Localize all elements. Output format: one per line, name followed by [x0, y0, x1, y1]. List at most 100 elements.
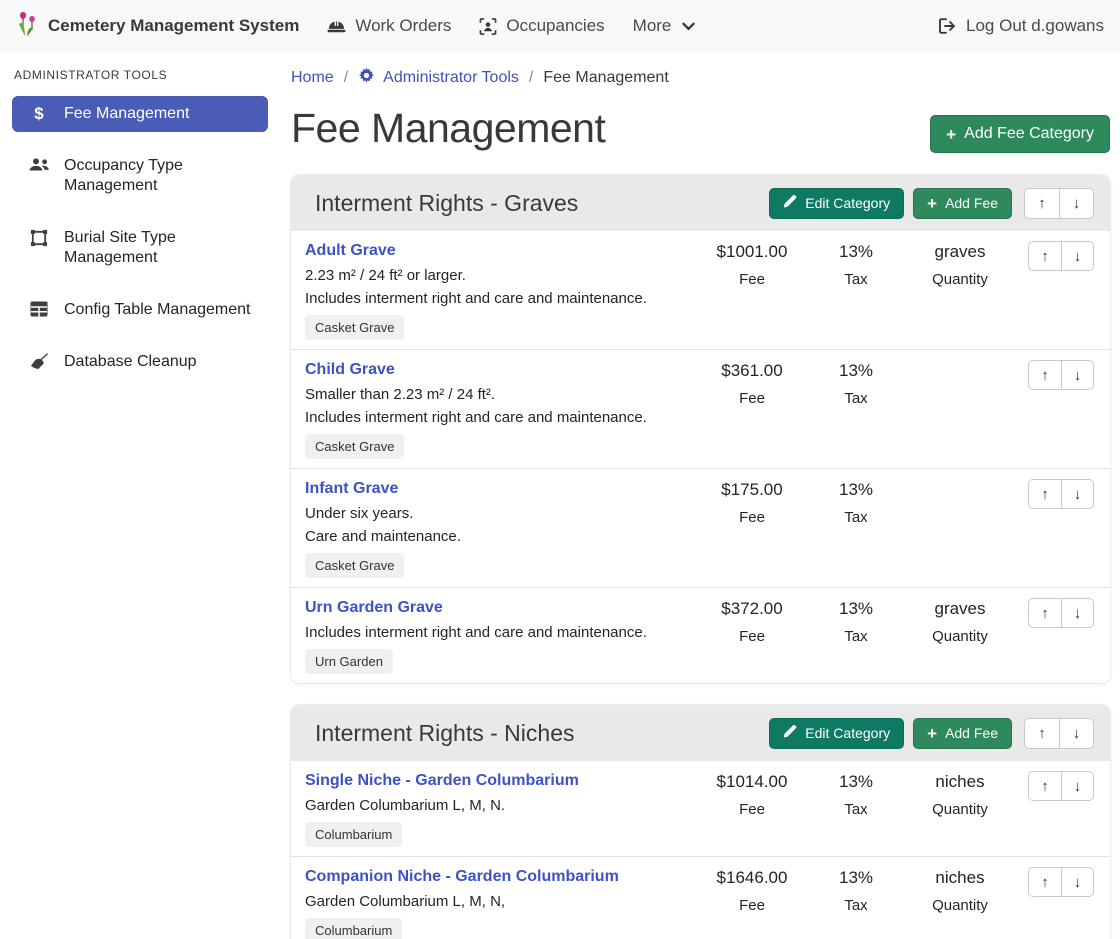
broom-icon	[28, 352, 50, 370]
app-brand[interactable]: Cemetery Management System	[16, 10, 299, 43]
move-fee-up-button[interactable]: ↑	[1028, 867, 1061, 897]
vector-square-icon	[28, 228, 50, 247]
move-fee-down-button[interactable]: ↓	[1061, 241, 1094, 271]
nav-more-label: More	[633, 16, 672, 36]
edit-category-button[interactable]: Edit Category	[769, 718, 904, 749]
sidebar-item-label: Config Table Management	[64, 300, 251, 320]
category-list: Interment Rights - Graves Edit Category …	[291, 175, 1110, 939]
breadcrumb-admin-tools-link[interactable]: Administrator Tools	[358, 67, 519, 89]
logout-button[interactable]: Log Out d.gowans	[939, 16, 1104, 36]
fee-reorder-group: ↑ ↓	[1028, 241, 1094, 340]
move-category-down-button[interactable]: ↓	[1059, 718, 1094, 749]
add-fee-label: Add Fee	[945, 725, 998, 741]
fee-name-link[interactable]: Companion Niche - Garden Columbarium	[305, 867, 619, 887]
fee-row: Companion Niche - Garden Columbarium Gar…	[291, 857, 1110, 939]
move-fee-up-button[interactable]: ↑	[1028, 771, 1061, 801]
category-reorder-group: ↑ ↓	[1024, 188, 1094, 219]
fee-tax-label: Tax	[807, 628, 905, 645]
add-fee-button[interactable]: + Add Fee	[913, 188, 1012, 219]
category-actions: Edit Category + Add Fee ↑ ↓	[769, 718, 1094, 749]
sidebar-item-config-table-management[interactable]: Config Table Management	[12, 292, 268, 328]
fee-quantity: graves	[905, 599, 1015, 619]
fee-row: Child Grave Smaller than 2.23 m² / 24 ft…	[291, 350, 1110, 469]
breadcrumb: Home / Administrator Tools / Fee Managem…	[291, 67, 1110, 89]
nav-work-orders[interactable]: Work Orders	[327, 16, 451, 36]
fee-info: Child Grave Smaller than 2.23 m² / 24 ft…	[305, 360, 697, 459]
fee-amount: $1001.00	[697, 242, 807, 262]
move-fee-down-button[interactable]: ↓	[1061, 479, 1094, 509]
fee-quantity-label: Quantity	[905, 801, 1015, 818]
fee-info: Companion Niche - Garden Columbarium Gar…	[305, 867, 697, 939]
fee-info: Single Niche - Garden Columbarium Garden…	[305, 771, 697, 847]
edit-category-button[interactable]: Edit Category	[769, 188, 904, 219]
fee-amount-col: $1014.00 Fee	[697, 771, 807, 847]
fee-quantity: niches	[905, 772, 1015, 792]
fee-amount-label: Fee	[697, 801, 807, 818]
fee-reorder-group: ↑ ↓	[1028, 867, 1094, 939]
fee-description: Care and maintenance.	[305, 527, 697, 547]
sidebar: ADMINISTRATOR TOOLS $ Fee Management Occ…	[0, 52, 280, 939]
logout-icon	[939, 18, 957, 34]
fee-amount-col: $1646.00 Fee	[697, 867, 807, 939]
move-category-down-button[interactable]: ↓	[1059, 188, 1094, 219]
add-fee-category-label: Add Fee Category	[964, 125, 1094, 143]
pencil-icon	[783, 195, 797, 212]
fee-tax-label: Tax	[807, 509, 905, 526]
fee-quantity-col: Quantity	[905, 360, 1015, 459]
fee-quantity-col: graves Quantity	[905, 598, 1015, 674]
nav-more[interactable]: More	[633, 16, 696, 36]
sidebar-item-burial-site-type-management[interactable]: Burial Site Type Management	[12, 220, 268, 276]
fee-descriptions: Smaller than 2.23 m² / 24 ft².Includes i…	[305, 385, 697, 428]
breadcrumb-home-link[interactable]: Home	[291, 69, 334, 87]
move-fee-down-button[interactable]: ↓	[1061, 598, 1094, 628]
move-fee-down-button[interactable]: ↓	[1061, 867, 1094, 897]
fee-descriptions: Garden Columbarium L, M, N.	[305, 796, 697, 816]
navbar: Cemetery Management System Work Orders O…	[0, 0, 1120, 52]
move-category-up-button[interactable]: ↑	[1024, 718, 1059, 749]
fee-list: Single Niche - Garden Columbarium Garden…	[291, 761, 1110, 939]
fee-tax-col: 13% Tax	[807, 241, 905, 340]
move-fee-up-button[interactable]: ↑	[1028, 598, 1061, 628]
breadcrumb-separator: /	[529, 69, 533, 87]
plus-icon: +	[946, 126, 956, 143]
fee-description: Includes interment right and care and ma…	[305, 623, 697, 643]
move-fee-up-button[interactable]: ↑	[1028, 241, 1061, 271]
fee-quantity-col: niches Quantity	[905, 771, 1015, 847]
fee-name-link[interactable]: Child Grave	[305, 360, 395, 380]
fee-name-link[interactable]: Adult Grave	[305, 241, 396, 261]
sidebar-item-label: Burial Site Type Management	[64, 228, 258, 268]
edit-category-label: Edit Category	[805, 195, 890, 211]
fee-reorder-group: ↑ ↓	[1028, 771, 1094, 847]
nav-occupancies[interactable]: Occupancies	[479, 16, 604, 36]
sidebar-item-database-cleanup[interactable]: Database Cleanup	[12, 344, 268, 380]
fee-tax: 13%	[807, 242, 905, 262]
fee-amount-col: $1001.00 Fee	[697, 241, 807, 340]
category-reorder-group: ↑ ↓	[1024, 718, 1094, 749]
fee-name-link[interactable]: Infant Grave	[305, 479, 398, 499]
sidebar-item-label: Database Cleanup	[64, 352, 197, 372]
move-fee-down-button[interactable]: ↓	[1061, 771, 1094, 801]
fee-name-link[interactable]: Urn Garden Grave	[305, 598, 443, 618]
logout-label: Log Out d.gowans	[966, 16, 1104, 36]
fee-amount-label: Fee	[697, 509, 807, 526]
move-fee-down-button[interactable]: ↓	[1061, 360, 1094, 390]
nav-work-orders-label: Work Orders	[355, 16, 451, 36]
page-title: Fee Management	[291, 105, 605, 152]
sidebar-heading: ADMINISTRATOR TOOLS	[14, 68, 268, 82]
fee-descriptions: Under six years. Care and maintenance.	[305, 504, 697, 547]
fee-tax-col: 13% Tax	[807, 479, 905, 578]
fee-description: Includes interment right and care and ma…	[305, 289, 697, 309]
fee-row: Single Niche - Garden Columbarium Garden…	[291, 761, 1110, 857]
fee-amount: $1646.00	[697, 868, 807, 888]
fee-description: Under six years.	[305, 504, 697, 524]
add-fee-button[interactable]: + Add Fee	[913, 718, 1012, 749]
fee-name-link[interactable]: Single Niche - Garden Columbarium	[305, 771, 579, 791]
fee-list: Adult Grave 2.23 m² / 24 ft² or larger.I…	[291, 231, 1110, 683]
move-fee-up-button[interactable]: ↑	[1028, 360, 1061, 390]
add-fee-category-button[interactable]: + Add Fee Category	[930, 115, 1110, 153]
sidebar-item-fee-management[interactable]: $ Fee Management	[12, 96, 268, 132]
fee-tax-label: Tax	[807, 897, 905, 914]
move-category-up-button[interactable]: ↑	[1024, 188, 1059, 219]
move-fee-up-button[interactable]: ↑	[1028, 479, 1061, 509]
sidebar-item-occupancy-type-management[interactable]: Occupancy Type Management	[12, 148, 268, 204]
